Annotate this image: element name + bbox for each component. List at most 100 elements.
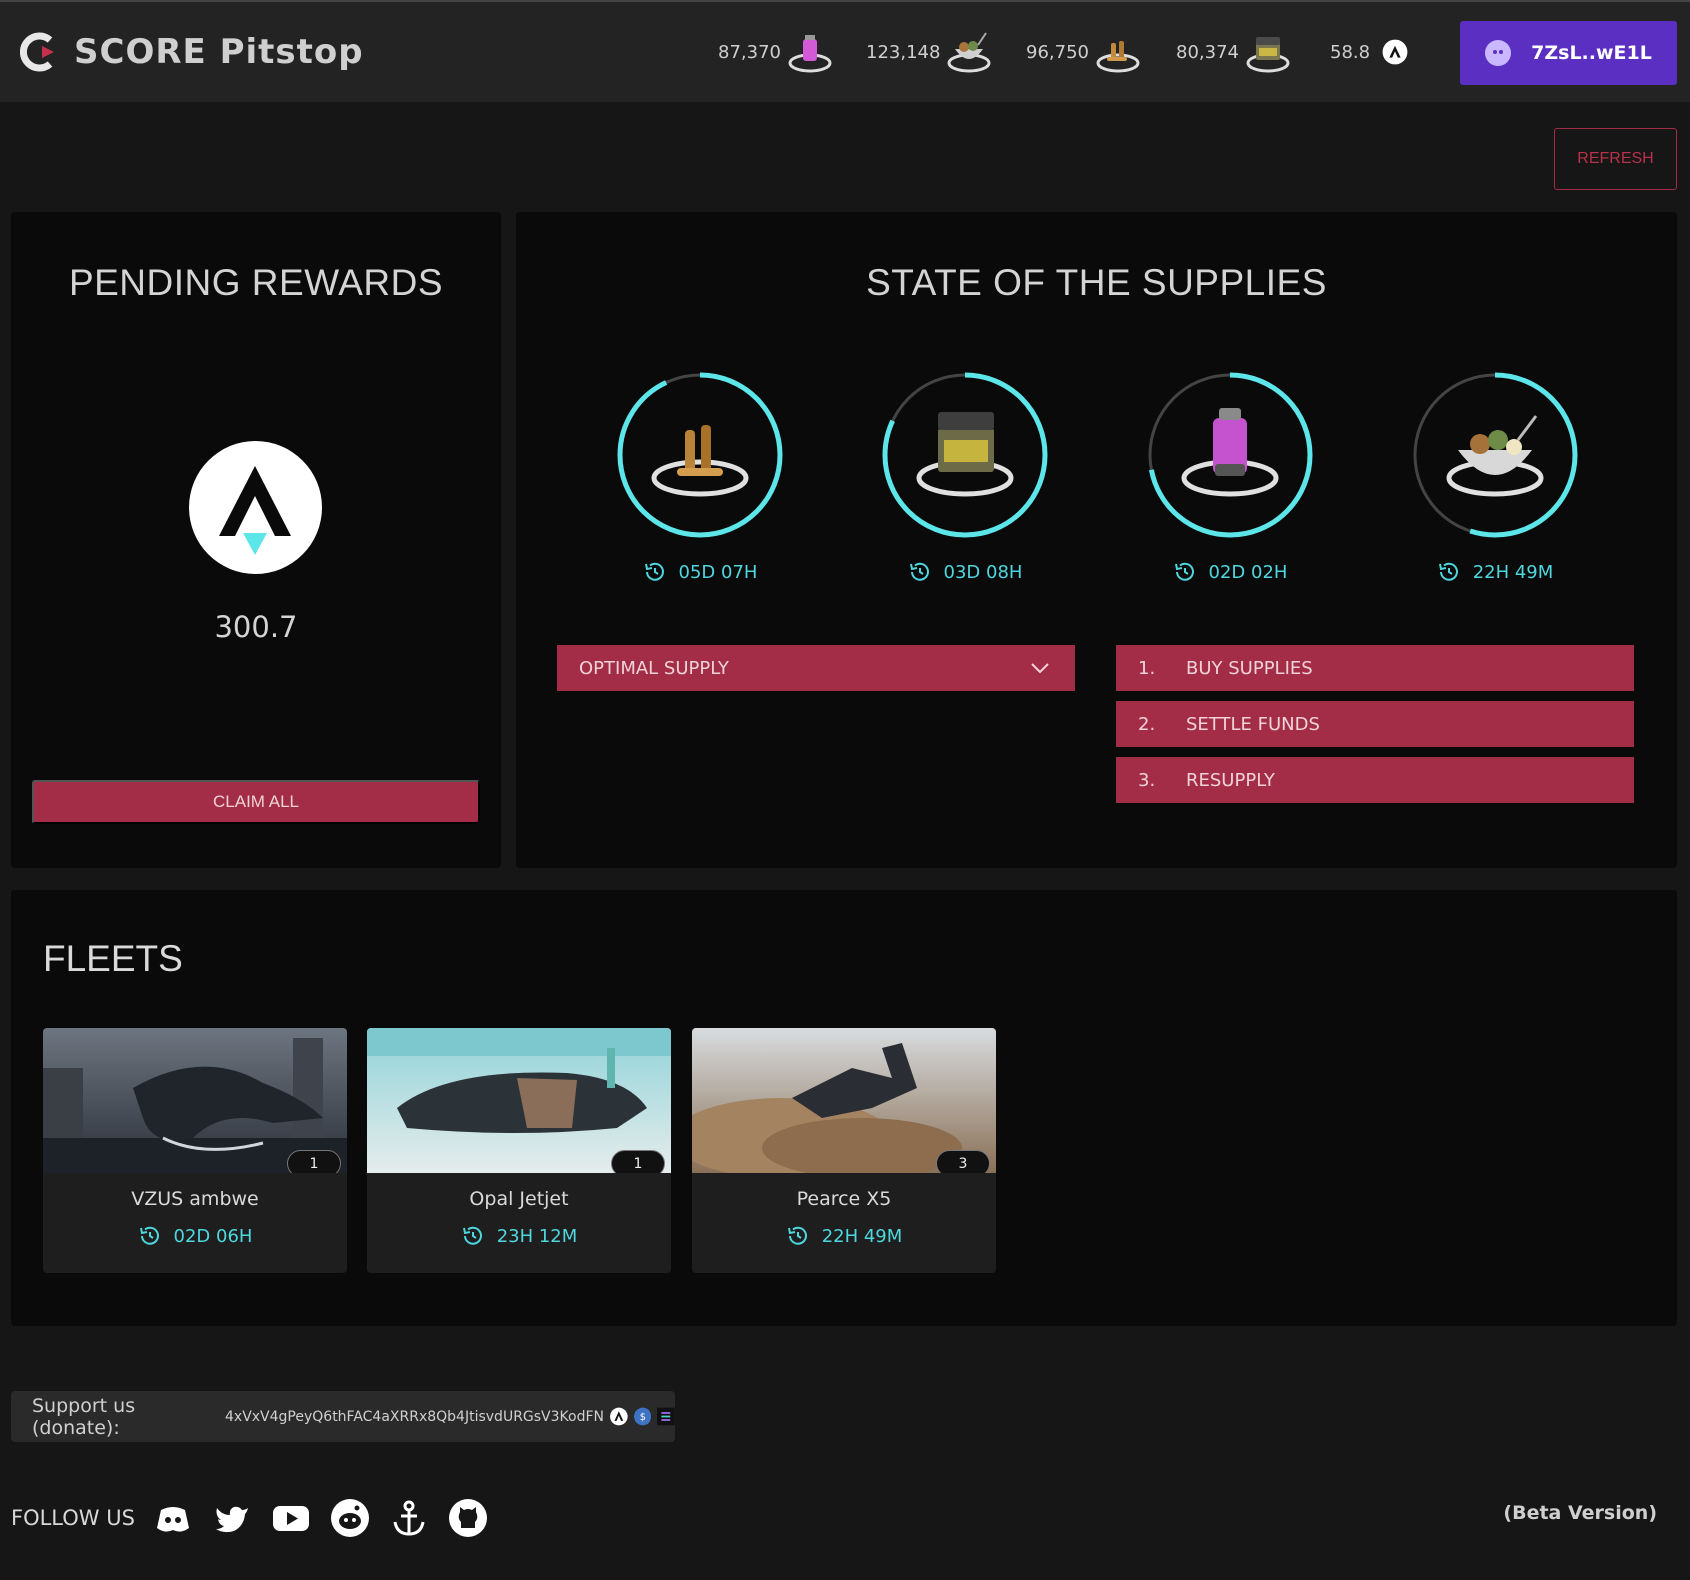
usdc-coin-icon: $ <box>633 1407 652 1426</box>
github-icon[interactable] <box>448 1498 488 1538</box>
supply-fuel: 02D 02H <box>1145 370 1315 584</box>
twitter-icon[interactable] <box>212 1498 252 1538</box>
fleet-card[interactable]: 3 Pearce X5 22H 49M <box>692 1028 996 1273</box>
history-icon <box>644 562 664 581</box>
stat-ammo-value: 96,750 <box>1026 41 1089 63</box>
donate-label: Support us (donate): <box>32 1394 136 1439</box>
fleet-name: Pearce X5 <box>796 1188 892 1210</box>
wallet-address: 7ZsL..wE1L <box>1531 42 1652 64</box>
history-icon <box>139 1226 159 1245</box>
stat-food-value: 123,148 <box>866 41 941 63</box>
app-logo[interactable]: SCORE Pitstop <box>20 32 364 72</box>
fleet-card[interactable]: 1 Opal Jetjet 23H 12M <box>367 1028 671 1273</box>
history-icon <box>909 562 929 581</box>
fleets-panel: FLEETS 1 VZUS ambwe 02D 06H 1 Opal Jetje… <box>11 890 1677 1326</box>
fleet-timer: 23H 12M <box>367 1224 671 1248</box>
fleet-timer-text: 22H 49M <box>821 1225 903 1247</box>
stat-toolkit: 80,374 <box>1176 24 1291 80</box>
donate-box: Support us (donate): 4xVxV4gPeyQ6thFAC4a… <box>11 1391 675 1442</box>
supply-toolkit: 03D 08H <box>880 370 1050 584</box>
ammo-icon <box>1096 41 1140 73</box>
fleet-timer-text: 23H 12M <box>496 1225 578 1247</box>
social-links: FOLLOW US <box>11 1498 507 1538</box>
phantom-icon <box>1485 40 1512 66</box>
toolkit-icon <box>1246 37 1290 73</box>
solana-coin-icon <box>657 1407 675 1426</box>
supply-food: 22H 49M <box>1410 370 1580 584</box>
fleet-image: 3 <box>692 1028 996 1173</box>
step-label: RESUPPLY <box>1186 769 1275 791</box>
fleet-card[interactable]: 1 VZUS ambwe 02D 06H <box>43 1028 347 1273</box>
fleet-image: 1 <box>367 1028 671 1173</box>
donate-address[interactable]: 4xVxV4gPeyQ6thFAC4aXRRx8Qb4JtisvdURGsV3K… <box>225 1409 604 1425</box>
app-title: SCORE Pitstop <box>74 32 364 72</box>
atlas-icon <box>1382 39 1408 65</box>
fleet-timer-text: 02D 06H <box>173 1225 253 1247</box>
fleets-title: FLEETS <box>43 938 183 979</box>
claim-all-button[interactable]: CLAIM ALL <box>32 780 480 824</box>
settle-funds-button[interactable]: 2. SETTLE FUNDS <box>1116 701 1634 747</box>
pending-rewards-title: PENDING REWARDS <box>68 262 444 303</box>
stat-toolkit-value: 80,374 <box>1176 41 1239 63</box>
supply-ammo: 05D 07H <box>615 370 785 584</box>
fleet-count-badge: 1 <box>287 1150 341 1173</box>
fleet-name: Opal Jetjet <box>469 1188 569 1210</box>
pending-rewards-value: 300.7 <box>214 610 298 644</box>
fleet-timer: 02D 06H <box>43 1224 347 1248</box>
refresh-button[interactable]: REFRESH <box>1554 128 1677 190</box>
supply-ammo-timer: 05D 07H <box>615 560 785 584</box>
stat-atlas-value: 58.8 <box>1330 41 1371 63</box>
supply-fuel-gauge <box>1145 370 1315 540</box>
beta-label: (Beta Version) <box>1503 1502 1657 1524</box>
supplies-title: STATE OF THE SUPPLIES <box>866 262 1327 303</box>
atlas-coin-icon <box>610 1407 628 1426</box>
stat-food: 123,148 <box>866 24 992 80</box>
stat-atlas: 58.8 <box>1330 24 1408 80</box>
stat-fuel: 87,370 <box>718 24 833 80</box>
supply-toolkit-gauge <box>880 370 1050 540</box>
pending-rewards-panel: PENDING REWARDS 300.7 CLAIM ALL <box>11 212 501 868</box>
history-icon <box>1174 562 1194 581</box>
supply-ammo-timer-text: 05D 07H <box>678 561 758 583</box>
fuel-icon <box>788 35 832 73</box>
optimal-supply-label: OPTIMAL SUPPLY <box>579 657 729 679</box>
supply-food-gauge <box>1410 370 1580 540</box>
fleet-count-badge: 1 <box>611 1150 665 1173</box>
score-logo-icon <box>20 32 54 72</box>
follow-us-label: FOLLOW US <box>11 1506 135 1530</box>
buy-supplies-button[interactable]: 1. BUY SUPPLIES <box>1116 645 1634 691</box>
supply-ammo-gauge <box>615 370 785 540</box>
atlas-token-icon <box>189 441 322 574</box>
supply-food-timer: 22H 49M <box>1410 560 1580 584</box>
supply-toolkit-timer: 03D 08H <box>880 560 1050 584</box>
discord-icon[interactable] <box>153 1498 193 1538</box>
supply-toolkit-timer-text: 03D 08H <box>943 561 1023 583</box>
optimal-supply-dropdown[interactable]: OPTIMAL SUPPLY <box>557 645 1075 691</box>
fleet-count-badge: 3 <box>936 1150 990 1173</box>
resupply-button[interactable]: 3. RESUPPLY <box>1116 757 1634 803</box>
fleet-name: VZUS ambwe <box>131 1188 259 1210</box>
youtube-icon[interactable] <box>271 1498 311 1538</box>
stat-ammo: 96,750 <box>1026 24 1141 80</box>
step-label: BUY SUPPLIES <box>1186 657 1313 679</box>
history-icon <box>462 1226 482 1245</box>
anchor-icon[interactable] <box>389 1498 429 1538</box>
top-bar: SCORE Pitstop 87,370 123,148 96,750 80,3… <box>0 0 1690 102</box>
step-number: 2. <box>1138 713 1156 735</box>
wallet-button[interactable]: 7ZsL..wE1L <box>1460 21 1677 85</box>
stat-fuel-value: 87,370 <box>718 41 781 63</box>
food-icon <box>947 32 991 73</box>
chevron-down-icon <box>1031 663 1049 674</box>
fleet-image: 1 <box>43 1028 347 1173</box>
supply-fuel-timer: 02D 02H <box>1145 560 1315 584</box>
supply-fuel-timer-text: 02D 02H <box>1208 561 1288 583</box>
step-number: 1. <box>1138 657 1156 679</box>
history-icon <box>787 1226 807 1245</box>
supplies-panel: STATE OF THE SUPPLIES 05D 07H 03D 08H 02… <box>516 212 1677 868</box>
svg-text:$: $ <box>639 1412 645 1423</box>
step-label: SETTLE FUNDS <box>1186 713 1320 735</box>
step-number: 3. <box>1138 769 1156 791</box>
supply-food-timer-text: 22H 49M <box>1472 561 1554 583</box>
fleet-timer: 22H 49M <box>692 1224 996 1248</box>
reddit-icon[interactable] <box>330 1498 370 1538</box>
